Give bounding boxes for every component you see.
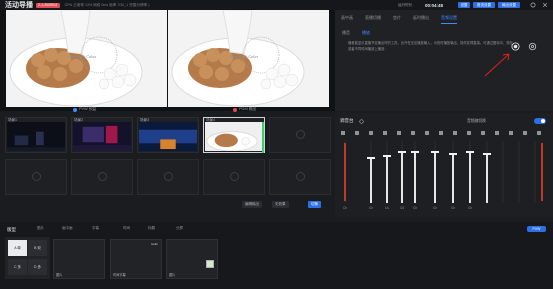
layout-a[interactable]: A 单 <box>8 240 27 256</box>
follow-switch-label: 音频随切换 <box>467 119 486 123</box>
svg-text:Ch: Ch <box>369 206 373 210</box>
live-badge: 2-1-2009011 <box>36 2 60 8</box>
svg-text:3/1: 3/1 <box>400 206 405 210</box>
layout-btn-pip[interactable]: 画中画 <box>62 226 73 231</box>
watermark-pgm: Handmade Cakes <box>229 54 259 59</box>
follow-switch-toggle[interactable] <box>534 118 546 124</box>
layout-d[interactable]: D 多 <box>28 259 47 275</box>
settings-gear-icon[interactable] <box>528 42 537 51</box>
annotation-arrow <box>484 53 510 77</box>
add-scene-icon <box>296 172 305 181</box>
top-bar: 活动导播 2-1-2009011 CPU 占用率 13% 网络 0ms 帧率 7… <box>0 0 553 10</box>
scene-empty-10[interactable] <box>269 159 331 195</box>
pvw-button[interactable]: PVW <box>527 226 546 232</box>
right-panel: 画中画 直播切播 垫片 延时播出 音频设置 播音 播放 播音能显示直播节目播出时… <box>335 10 553 111</box>
scene-grid: 场景1 场景2 场景3 场景4 <box>5 113 331 215</box>
scene-empty-9[interactable] <box>203 159 265 195</box>
tab-pad[interactable]: 垫片 <box>393 15 401 24</box>
layout-btn-subtitle[interactable]: 字幕 <box>92 226 99 231</box>
layout-btn-title[interactable]: 标题 <box>148 226 155 231</box>
runtime-value: 00:04:48 <box>425 2 444 8</box>
svg-text:Ch: Ch <box>413 206 417 210</box>
scene-3-thumb <box>139 122 197 151</box>
layout-title: 版型 <box>7 227 16 232</box>
scene-4-active-bar <box>262 122 264 153</box>
close-icon[interactable] <box>542 2 548 8</box>
pgm-dot-icon <box>233 107 237 112</box>
watermark-pvw: Handmade Cakes <box>67 54 97 59</box>
refresh-icon[interactable] <box>530 2 536 8</box>
subtab-play[interactable]: 播放 <box>362 30 370 36</box>
layout-b[interactable]: B 双 <box>28 240 47 256</box>
tab-live-switch[interactable]: 直播切播 <box>365 15 381 24</box>
card-2-label: 时间字幕 <box>113 273 126 277</box>
scene-empty-8[interactable] <box>137 159 199 195</box>
card-3-label: 图片 <box>169 273 176 277</box>
scene-empty-6[interactable] <box>5 159 67 195</box>
add-scene-icon <box>230 172 239 181</box>
layout-c[interactable]: C 多 <box>8 259 27 275</box>
mixer-settings-icon[interactable] <box>359 119 364 124</box>
scene-4-thumb <box>205 122 263 152</box>
svg-text:1/L: 1/L <box>385 206 390 210</box>
scene-2-thumb <box>73 122 131 151</box>
pvw-dot-icon <box>73 107 77 112</box>
status-text: CPU 占用率 13% 网络 0ms 帧率 7/30_1 完整分辨率 ) <box>64 2 150 7</box>
tab-audio-settings[interactable]: 音频设置 <box>441 15 457 24</box>
scene-1-thumb <box>7 122 65 151</box>
scene-3[interactable]: 场景3 <box>137 117 199 153</box>
output-settings-button[interactable]: 输出设置 <box>498 2 520 8</box>
pvw-label: PVW 预监 <box>73 107 96 112</box>
card-1-label: 图片 <box>56 273 63 277</box>
tab-pip[interactable]: 画中画 <box>341 15 353 24</box>
layout-selector: A 单 B 双 C 多 D 多 <box>5 237 50 279</box>
mixer-faders[interactable]: Ch Ch 1/L 3/1 Ch Ch Ch Ch <box>335 129 553 217</box>
layout-card-2[interactable]: Hello 时间字幕 <box>110 239 162 279</box>
svg-text:Ch: Ch <box>451 206 455 210</box>
scene-empty-7[interactable] <box>71 159 133 195</box>
subtab-announce[interactable]: 播音 <box>342 30 350 36</box>
tab-delay[interactable]: 延时播出 <box>413 15 429 24</box>
add-scene-icon <box>296 130 305 139</box>
stream-settings-button[interactable]: 推流设置 <box>473 2 495 8</box>
svg-text:Ch: Ch <box>343 206 347 210</box>
layout-btn-split[interactable]: 分屏 <box>176 226 183 231</box>
layout-card-3[interactable]: 图片 <box>166 239 218 279</box>
right-tabs: 画中画 直播切播 垫片 延时播出 音频设置 <box>335 15 553 24</box>
layout-btn-time[interactable]: 时间 <box>123 226 130 231</box>
card-2-tag: Hello <box>151 242 158 246</box>
svg-text:Ch: Ch <box>433 206 437 210</box>
transition-effect-select[interactable]: 无效果 <box>272 201 289 208</box>
edit-output-button[interactable]: 编辑输出 <box>242 201 262 208</box>
scene-5[interactable] <box>269 117 331 153</box>
runtime-label: 运行时长 <box>398 3 413 7</box>
card-3-thumb <box>206 260 214 268</box>
pgm-label: PGM 输出 <box>233 107 256 112</box>
layout-btn-image[interactable]: 图片 <box>37 226 44 231</box>
scene-1[interactable]: 场景1 <box>5 117 67 153</box>
audio-mixer: 调音台 音频随切换 Ch Ch 1/L 3/1 Ch Ch Ch Ch <box>335 113 553 217</box>
add-scene-icon <box>164 172 173 181</box>
layout-panel: 版型 图片 画中画 字幕 时间 标题 分屏 A 单 B 双 C 多 D 多 图片… <box>0 222 553 289</box>
scene-2[interactable]: 场景2 <box>71 117 133 153</box>
add-scene-icon <box>32 172 41 181</box>
cut-button[interactable]: 切换 <box>308 201 321 208</box>
scene-4[interactable]: 场景4 <box>203 117 265 153</box>
layout-card-1[interactable]: 图片 <box>53 239 105 279</box>
svg-text:Ch: Ch <box>468 206 472 210</box>
app-title: 活动导播 <box>5 2 33 9</box>
add-scene-icon <box>98 172 107 181</box>
settings-button[interactable]: 设置 <box>458 2 470 8</box>
mixer-title: 调音台 <box>340 118 354 123</box>
